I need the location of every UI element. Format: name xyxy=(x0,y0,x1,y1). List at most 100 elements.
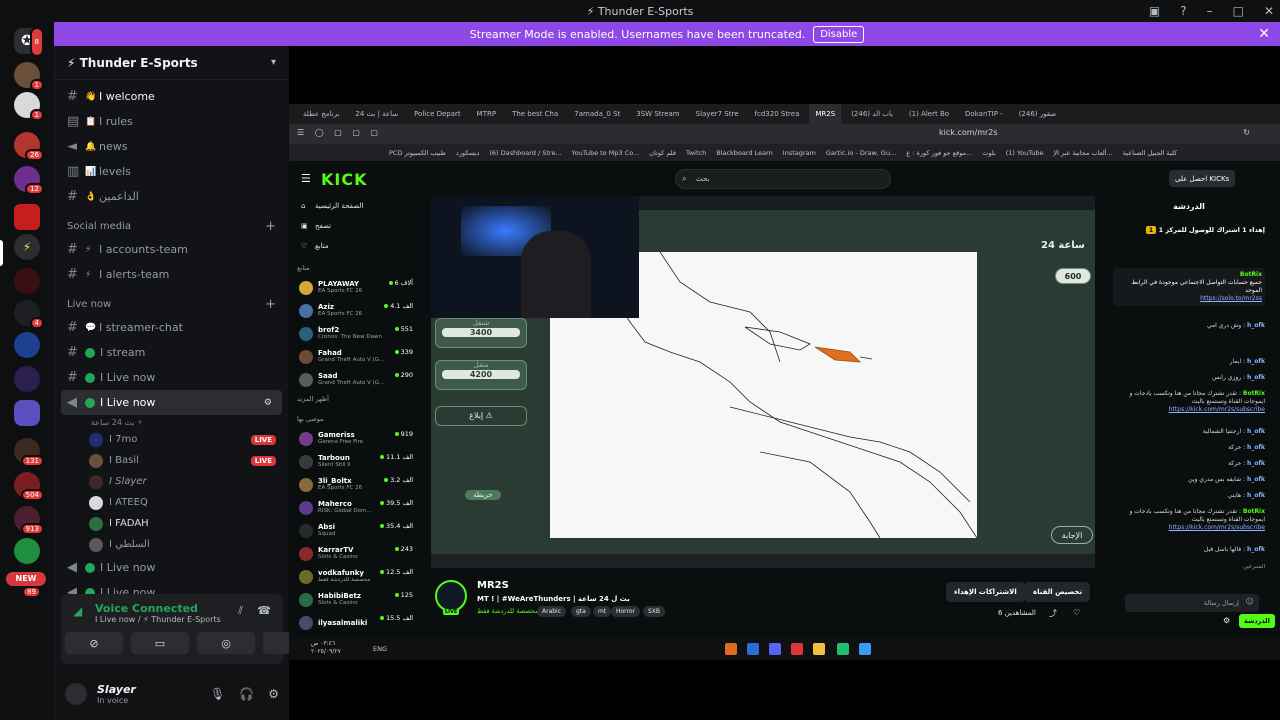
channel-accounts-team[interactable]: # ⚡ I accounts-team xyxy=(55,237,288,262)
bookmark[interactable]: Twitch xyxy=(686,149,706,157)
browser-tab[interactable]: Slayer7 Stre xyxy=(690,110,745,118)
screen-share-button[interactable]: ▭ xyxy=(131,632,189,654)
server-icon-11[interactable]: 131 xyxy=(14,438,44,467)
server-icon-4[interactable]: 12 xyxy=(14,166,44,195)
recommended-channel[interactable]: HabibiBetz Slots & Casino 125 xyxy=(289,588,421,611)
kick-logo[interactable]: KICK xyxy=(321,170,368,189)
chat-settings-icon[interactable]: ⚙ xyxy=(1223,616,1230,625)
browser-tab[interactable]: fcd320 Strea xyxy=(749,110,806,118)
voice-user[interactable]: I FADAH xyxy=(55,513,288,534)
follow-icon[interactable]: ♡ xyxy=(1073,608,1080,617)
category-social-media[interactable]: Social media + xyxy=(55,215,288,237)
server-icon-5[interactable] xyxy=(14,204,40,230)
server-icon-6[interactable] xyxy=(14,268,40,294)
browser-tab[interactable]: 7amada_0 St xyxy=(568,110,626,118)
recommended-channel[interactable]: Absi Squad 35.4 الف xyxy=(289,519,421,542)
stream-tag[interactable]: mt xyxy=(593,606,612,617)
stream-category[interactable]: مخصصة للدردشة فقط xyxy=(477,607,539,615)
channel-stream[interactable]: # I stream xyxy=(55,340,288,365)
search-input[interactable]: ⌕ بحث xyxy=(675,169,891,189)
bookmark[interactable]: PCD طبيب الكمبيوتر xyxy=(389,149,446,157)
browser-tab[interactable]: Police Depart xyxy=(408,110,467,118)
server-icon-10[interactable] xyxy=(14,400,40,426)
followed-channel[interactable]: Aziz EA Sports FC 26 4.1 الف xyxy=(289,299,421,322)
emoji-icon[interactable]: ☺ xyxy=(1246,597,1254,606)
browser-tab[interactable]: DokanTIP - xyxy=(959,110,1009,118)
voice-channel[interactable]: I Live now / ⚡ Thunder E-Sports xyxy=(95,615,221,624)
menu-icon[interactable]: ☰ xyxy=(301,172,311,185)
bookmark[interactable]: موقع جو فور كورة : ع... xyxy=(906,149,972,157)
share-icon[interactable]: ⤴ xyxy=(1049,608,1057,619)
bookmark[interactable]: (6) Dashboard / Stre... xyxy=(489,149,561,157)
recommended-channel[interactable]: KarrarTV Slots & Casino 243 xyxy=(289,542,421,565)
channel-welcome[interactable]: # 👋 I welcome xyxy=(55,84,288,109)
channel-levels[interactable]: ▥ 📊 levels xyxy=(55,159,288,184)
bookmark[interactable]: (1) YouTube xyxy=(1006,149,1044,157)
noise-suppression-icon[interactable]: ⫽ xyxy=(238,604,243,618)
discord-home-icon[interactable]: ✪ 8 xyxy=(14,27,44,57)
customize-channel-button[interactable]: تخصيص القناة xyxy=(1025,582,1091,602)
voice-user[interactable]: I 7mo LIVE xyxy=(55,429,288,450)
voice-user[interactable]: I السلطي xyxy=(55,534,288,555)
recommended-channel[interactable]: Maherco RISK: Global Dom... 39.5 الف xyxy=(289,496,421,519)
camera-off-button[interactable]: ⊘ xyxy=(65,632,123,654)
get-kicks-button[interactable]: احصل على KICKs xyxy=(1169,170,1236,187)
app-icon[interactable] xyxy=(837,643,849,655)
avatar[interactable] xyxy=(65,683,87,705)
activities-button[interactable]: ◎ xyxy=(197,632,255,654)
nav-home[interactable]: ⌂ الصفحة الرئيسية xyxy=(289,196,421,216)
maximize-button[interactable]: □ xyxy=(1233,4,1244,18)
server-icon-13[interactable]: 913 xyxy=(14,506,44,535)
add-channel-icon[interactable]: + xyxy=(265,297,276,312)
minimize-button[interactable]: – xyxy=(1207,4,1213,18)
video-player[interactable]: 24 ساعة شنقل 3400 منقل 4200 إبلاغ ⚠ خريط… xyxy=(431,196,1095,568)
app-icon[interactable] xyxy=(791,643,803,655)
recommended-channel[interactable]: Gameriss Garena Free Fire 919 xyxy=(289,427,421,450)
microphone-icon[interactable]: 🎙 xyxy=(210,687,225,701)
app-icon[interactable] xyxy=(813,643,825,655)
recommended-channel[interactable]: ilyasalmaliki 15.5 الف xyxy=(289,611,421,634)
headphones-icon[interactable]: 🎧 xyxy=(239,687,254,701)
stream-tag[interactable]: Horror xyxy=(611,606,641,617)
bookmark[interactable]: قلم كوتان xyxy=(649,149,676,157)
app-icon[interactable] xyxy=(725,643,737,655)
stream-tag[interactable]: SXB xyxy=(643,606,666,617)
browser-tab[interactable]: MTRP xyxy=(471,110,502,118)
bookmark[interactable]: Gartic.io - Draw, Gu... xyxy=(826,149,896,157)
url-field[interactable]: kick.com/mr2s xyxy=(939,128,998,137)
browser-tab[interactable]: The best Cha xyxy=(506,110,564,118)
stream-tag[interactable]: Arabic xyxy=(537,606,567,617)
bookmark[interactable]: YouTube to Mp3 Co... xyxy=(572,149,640,157)
browser-tab[interactable]: (246) باب الد xyxy=(845,110,899,118)
channel-name[interactable]: MR2S xyxy=(477,580,509,591)
browser-tab[interactable]: (246) صقور xyxy=(1013,110,1063,118)
recommended-channel[interactable]: vodkafunky مخصصة للدردشة فقط 12.5 الف xyxy=(289,565,421,588)
server-icon-7[interactable]: 4 xyxy=(14,300,44,329)
bookmark[interactable]: Blackboard Learn xyxy=(716,149,773,157)
chat-input[interactable]: إرسال رسالة ☺ xyxy=(1125,594,1259,612)
browser-toolbar-icons[interactable]: ☰ ◯ ▢ ▢ ▢ xyxy=(297,128,382,137)
channel-alerts-team[interactable]: # ⚡ I alerts-team xyxy=(55,262,288,287)
close-button[interactable]: ✕ xyxy=(1264,4,1274,18)
server-icon-12[interactable]: 504 xyxy=(14,472,44,501)
server-icon-3[interactable]: 26 xyxy=(14,132,44,161)
channel-live-now[interactable]: # I Live now xyxy=(55,365,288,390)
chat-send-button[interactable]: الدردشة xyxy=(1239,614,1275,628)
reload-icon[interactable]: ↻ xyxy=(1243,128,1250,137)
close-icon[interactable]: ✕ xyxy=(1258,26,1270,42)
channel-news[interactable]: ◄ 🔔 news xyxy=(55,134,288,159)
gift-subs-button[interactable]: الاشتراكات الإهداء xyxy=(946,582,1025,602)
browser-tab-active[interactable]: MR2S xyxy=(809,104,842,124)
voice-user[interactable]: I Basil LIVE xyxy=(55,450,288,471)
followed-channel[interactable]: Fahad Grand Theft Auto V (G... 339 xyxy=(289,345,421,368)
voice-user[interactable]: I Slayer xyxy=(55,471,288,492)
server-icon-1[interactable]: 1 xyxy=(14,62,44,91)
server-icon-14[interactable] xyxy=(14,538,40,564)
bookmark[interactable]: ألعاب مجانية عبر الإ... xyxy=(1053,149,1112,157)
stream-tag[interactable]: gta xyxy=(571,606,591,617)
nav-browse[interactable]: ▣ تصفح xyxy=(289,216,421,236)
thunder-server-icon[interactable]: ⚡ xyxy=(14,234,40,260)
settings-icon[interactable]: ⚙ xyxy=(264,398,272,408)
bookmark[interactable]: Instagram xyxy=(783,149,816,157)
browser-tab[interactable]: برنامج عطلة xyxy=(297,110,345,118)
